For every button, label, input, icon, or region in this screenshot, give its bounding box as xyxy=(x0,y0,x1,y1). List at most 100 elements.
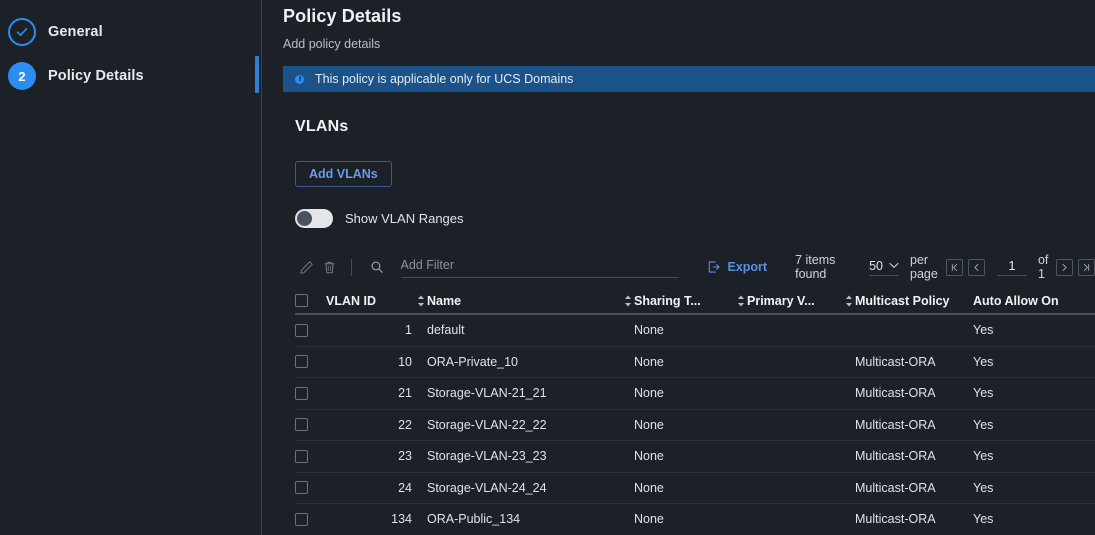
sidebar-item-label-general: General xyxy=(48,24,103,40)
per-page-label: per page xyxy=(910,253,938,281)
show-vlan-ranges-toggle[interactable] xyxy=(295,209,333,228)
column-header-vlan-id[interactable]: VLAN ID xyxy=(326,294,427,308)
policy-wizard: General 2 Policy Details Policy Details … xyxy=(0,0,1095,535)
sidebar-item-general[interactable]: General xyxy=(0,10,262,54)
show-vlan-ranges-row: Show VLAN Ranges xyxy=(295,209,1095,228)
table-row[interactable]: 1 default None Yes xyxy=(295,315,1095,347)
column-header-auto-allow-on[interactable]: Auto Allow On xyxy=(973,294,1083,308)
table-row[interactable]: 23 Storage-VLAN-23_23 None Multicast-ORA Yes xyxy=(295,441,1095,473)
info-icon xyxy=(295,74,304,84)
vlans-table: VLAN ID Name Sharing T... Primary V... M… xyxy=(295,288,1095,535)
pencil-icon[interactable] xyxy=(295,255,318,279)
cell-sharing-type: None xyxy=(634,354,664,369)
cell-auto-allow-on: Yes xyxy=(973,323,994,338)
show-vlan-ranges-label: Show VLAN Ranges xyxy=(345,211,464,226)
cell-auto-allow-on: Yes xyxy=(973,417,994,432)
cell-auto-allow-on: Yes xyxy=(973,386,994,401)
column-label: Primary V... xyxy=(747,293,815,308)
cell-auto-allow-on: Yes xyxy=(973,480,994,495)
cell-vlan-id: 10 xyxy=(398,354,412,369)
export-label: Export xyxy=(727,260,768,274)
table-row[interactable]: 134 ORA-Public_134 None Multicast-ORA Yes xyxy=(295,504,1095,535)
step-complete-check-icon xyxy=(8,18,36,46)
cell-auto-allow-on: Yes xyxy=(973,449,994,464)
cell-vlan-id: 21 xyxy=(398,386,412,401)
pagination-first-button[interactable] xyxy=(945,258,963,276)
per-page-select[interactable]: 50 xyxy=(869,258,900,276)
section-title-vlans: VLANs xyxy=(295,118,349,135)
column-header-name[interactable]: Name xyxy=(427,294,634,308)
trash-icon[interactable] xyxy=(318,255,341,279)
step-number-badge: 2 xyxy=(8,62,36,90)
export-icon xyxy=(708,261,720,273)
info-banner-text: This policy is applicable only for UCS D… xyxy=(315,72,574,86)
cell-multicast-policy: Multicast-ORA xyxy=(855,480,936,495)
cell-sharing-type: None xyxy=(634,386,664,401)
cell-multicast-policy: Multicast-ORA xyxy=(855,512,936,527)
cell-name: Storage-VLAN-22_22 xyxy=(427,417,547,432)
cell-vlan-id: 23 xyxy=(398,449,412,464)
cell-multicast-policy: Multicast-ORA xyxy=(855,386,936,401)
info-banner: This policy is applicable only for UCS D… xyxy=(283,66,1095,92)
cell-sharing-type: None xyxy=(634,512,664,527)
cell-name: ORA-Public_134 xyxy=(427,512,521,527)
column-label: Auto Allow On xyxy=(973,293,1059,308)
pagination-prev-button[interactable] xyxy=(967,258,985,276)
cell-vlan-id: 24 xyxy=(398,480,412,495)
sort-icon[interactable] xyxy=(845,294,855,308)
per-page-value: 50 xyxy=(869,258,884,273)
row-checkbox[interactable] xyxy=(295,449,308,463)
column-header-sharing-type[interactable]: Sharing T... xyxy=(634,294,747,308)
page-subtitle: Add policy details xyxy=(283,37,381,51)
sort-icon[interactable] xyxy=(737,294,747,308)
filter-group xyxy=(364,255,679,279)
row-checkbox[interactable] xyxy=(295,386,308,400)
filter-input[interactable] xyxy=(400,256,679,278)
row-checkbox[interactable] xyxy=(295,512,308,526)
toolbar-right-group: Export 7 items found 50 per page 1 of 1 xyxy=(707,253,1095,281)
row-checkbox[interactable] xyxy=(295,323,308,337)
row-checkbox[interactable] xyxy=(295,418,308,432)
pagination-last-button[interactable] xyxy=(1078,258,1095,276)
row-select-cell xyxy=(295,418,326,432)
page-title: Policy Details xyxy=(283,6,402,26)
select-all-cell xyxy=(295,294,326,307)
cell-sharing-type: None xyxy=(634,449,664,464)
row-select-cell xyxy=(295,323,326,337)
cell-name: Storage-VLAN-23_23 xyxy=(427,449,547,464)
column-label: Sharing T... xyxy=(634,293,701,308)
cell-vlan-id: 134 xyxy=(391,512,412,527)
row-checkbox[interactable] xyxy=(295,355,308,369)
main-content: Policy Details Add policy details This p… xyxy=(262,0,1095,535)
sidebar-item-policy-details[interactable]: 2 Policy Details xyxy=(0,54,262,98)
column-label: Multicast Policy xyxy=(855,293,950,308)
search-icon[interactable] xyxy=(364,255,390,279)
select-all-checkbox[interactable] xyxy=(295,294,308,307)
table-row[interactable]: 24 Storage-VLAN-24_24 None Multicast-ORA Yes xyxy=(295,473,1095,504)
column-header-multicast-policy[interactable]: Multicast Policy xyxy=(855,294,973,308)
table-row[interactable]: 10 ORA-Private_10 None Multicast-ORA Yes xyxy=(295,347,1095,378)
column-label: Name xyxy=(427,293,462,308)
cell-multicast-policy: Multicast-ORA xyxy=(855,449,936,464)
export-button[interactable]: Export xyxy=(707,260,768,274)
chevron-down-icon xyxy=(889,262,899,268)
page-number-input[interactable] xyxy=(996,258,1027,276)
active-step-indicator xyxy=(255,56,259,93)
column-header-primary-vlan[interactable]: Primary V... xyxy=(747,294,855,308)
sort-icon[interactable] xyxy=(417,294,427,308)
cell-sharing-type: None xyxy=(634,417,664,432)
table-row[interactable]: 22 Storage-VLAN-22_22 None Multicast-ORA Yes xyxy=(295,410,1095,441)
row-select-cell xyxy=(295,512,326,526)
add-vlans-button[interactable]: Add VLANs xyxy=(295,161,392,187)
cell-auto-allow-on: Yes xyxy=(973,354,994,369)
row-select-cell xyxy=(295,355,326,369)
cell-vlan-id: 22 xyxy=(398,417,412,432)
cell-multicast-policy: Multicast-ORA xyxy=(855,354,936,369)
wizard-sidebar: General 2 Policy Details xyxy=(0,0,262,535)
row-checkbox[interactable] xyxy=(295,481,308,495)
row-select-cell xyxy=(295,449,326,463)
sidebar-item-label-policy-details: Policy Details xyxy=(48,68,144,84)
pagination-next-button[interactable] xyxy=(1056,258,1073,276)
table-row[interactable]: 21 Storage-VLAN-21_21 None Multicast-ORA Yes xyxy=(295,378,1095,410)
sort-icon[interactable] xyxy=(624,294,634,308)
